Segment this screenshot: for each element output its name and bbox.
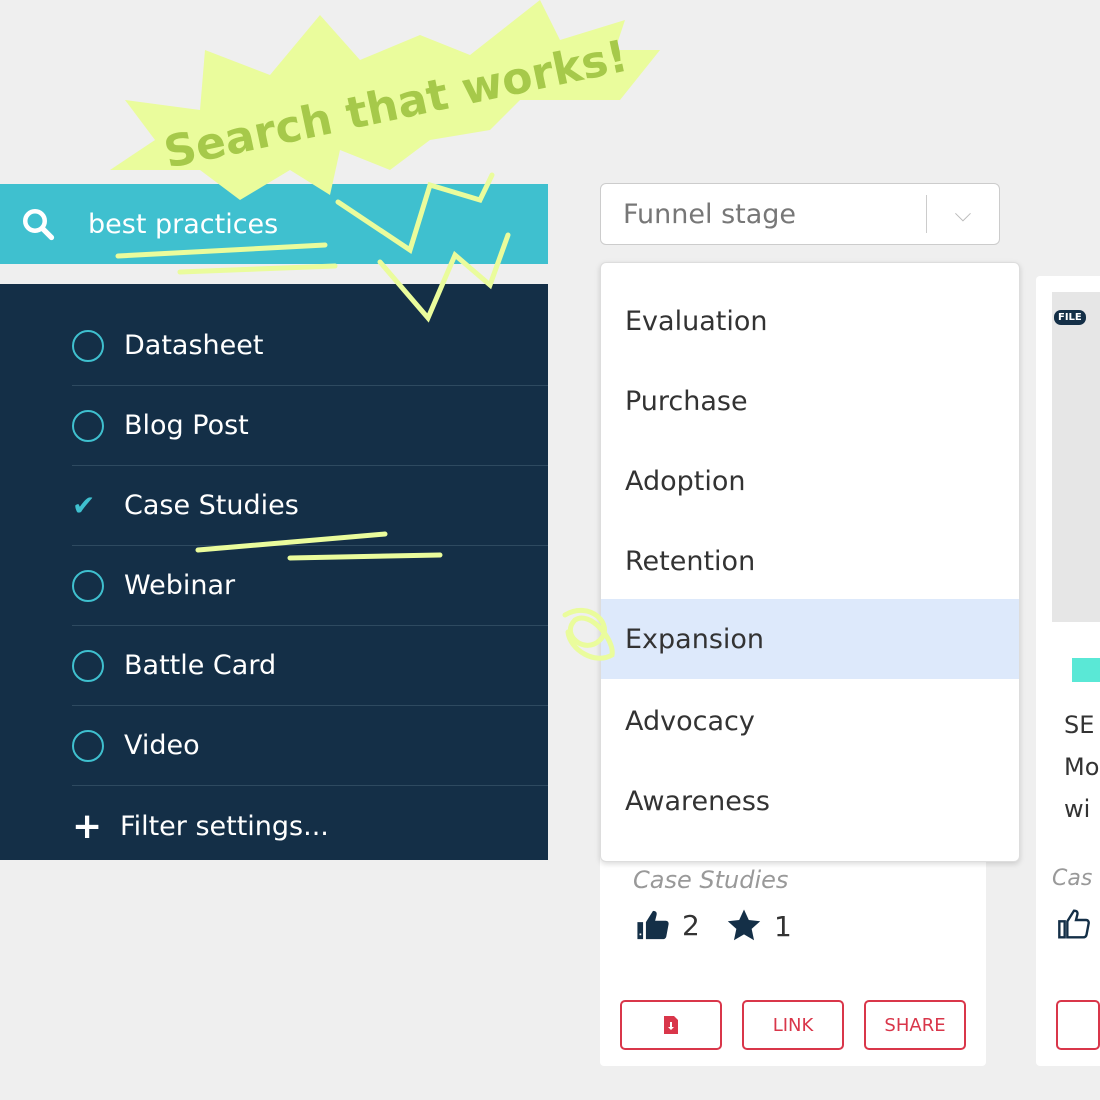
funnel-stage-menu: Evaluation Purchase Adoption Retention E…	[600, 262, 1020, 862]
filter-label: Case Studies	[124, 490, 299, 521]
likes-count: 2	[682, 908, 700, 942]
radio-unchecked-icon	[72, 649, 104, 682]
filter-label: Datasheet	[124, 330, 264, 361]
download-button[interactable]	[1056, 1000, 1100, 1050]
card-thumbnail	[1052, 292, 1100, 622]
chevron-down-icon[interactable]: ⌵	[927, 202, 999, 227]
filter-case-studies[interactable]: ✔ Case Studies	[72, 466, 548, 546]
filter-label: Video	[124, 730, 200, 761]
file-download-icon	[664, 1016, 678, 1034]
search-bar	[0, 184, 548, 264]
plus-icon: +	[72, 805, 103, 847]
option-advocacy[interactable]: Advocacy	[601, 681, 1019, 761]
card-category: Case Studies	[633, 866, 789, 894]
card-category: Cas	[1052, 866, 1093, 891]
filter-webinar[interactable]: Webinar	[72, 546, 548, 626]
option-expansion[interactable]: Expansion	[601, 599, 1019, 679]
content-card-2: FILE SE Mo wi Cas	[1036, 276, 1100, 1066]
funnel-stage-select[interactable]: Funnel stage ⌵	[600, 183, 1000, 245]
option-evaluation[interactable]: Evaluation	[601, 281, 1019, 361]
radio-unchecked-icon	[72, 329, 104, 362]
filter-settings-button[interactable]: + Filter settings...	[72, 786, 548, 866]
thumbs-up-icon[interactable]	[1058, 908, 1090, 940]
radio-unchecked-icon	[72, 409, 104, 442]
filter-label: Webinar	[124, 570, 236, 601]
stars-count: 1	[774, 909, 792, 943]
option-retention[interactable]: Retention	[601, 521, 1019, 601]
option-adoption[interactable]: Adoption	[601, 441, 1019, 521]
search-icon[interactable]	[0, 206, 88, 242]
download-button[interactable]	[620, 1000, 722, 1050]
stars: 1	[726, 908, 792, 944]
starburst-shape	[110, 0, 660, 200]
search-input[interactable]	[88, 208, 488, 240]
filter-battle-card[interactable]: Battle Card	[72, 626, 548, 706]
tag	[1072, 658, 1100, 682]
funnel-stage-placeholder: Funnel stage	[623, 198, 797, 230]
thumbs-up-icon[interactable]	[636, 908, 670, 942]
card-title-line: wi	[1064, 795, 1091, 823]
checkmark-icon: ✔	[72, 489, 96, 522]
filter-label: Battle Card	[124, 650, 277, 681]
card-title-line: SE	[1064, 711, 1095, 739]
card-title-line: Mo	[1064, 753, 1100, 781]
filter-panel: Datasheet Blog Post ✔ Case Studies Webina…	[0, 284, 548, 860]
link-button[interactable]: LINK	[742, 1000, 844, 1050]
filter-datasheet[interactable]: Datasheet	[72, 306, 548, 386]
radio-unchecked-icon	[72, 729, 104, 762]
option-purchase[interactable]: Purchase	[601, 361, 1019, 441]
filter-blog-post[interactable]: Blog Post	[72, 386, 548, 466]
radio-unchecked-icon	[72, 569, 104, 602]
star-icon[interactable]	[726, 908, 762, 944]
filter-label: Blog Post	[124, 410, 249, 441]
file-badge: FILE	[1054, 310, 1086, 325]
likes: 2	[636, 908, 700, 942]
option-awareness[interactable]: Awareness	[601, 761, 1019, 841]
banner-text: Search that works!	[160, 31, 632, 179]
share-button[interactable]: SHARE	[864, 1000, 966, 1050]
filter-video[interactable]: Video	[72, 706, 548, 786]
filter-settings-label: Filter settings...	[120, 810, 329, 842]
